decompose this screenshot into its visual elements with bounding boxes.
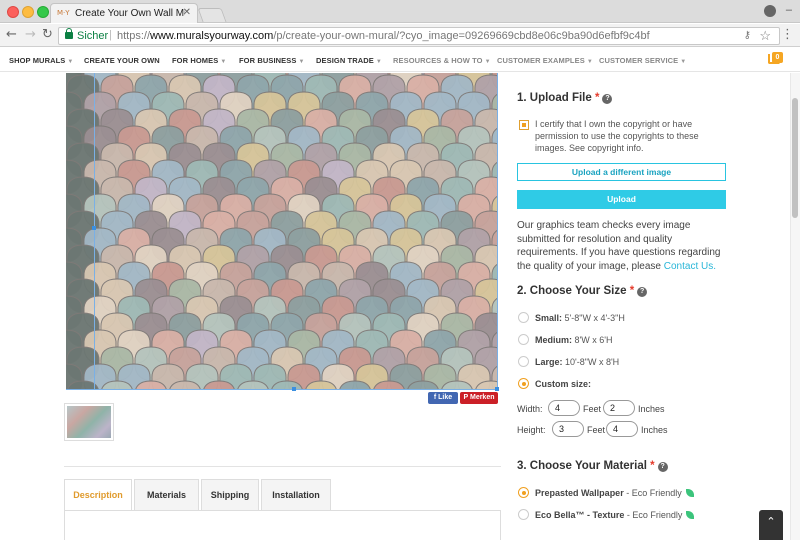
tab-shipping[interactable]: Shipping bbox=[201, 479, 259, 511]
forward-arrow-icon[interactable]: → bbox=[25, 28, 36, 42]
size-small-radio[interactable] bbox=[518, 312, 529, 323]
size-medium-radio[interactable] bbox=[518, 334, 529, 345]
bookmark-star-icon[interactable]: ☆ bbox=[759, 28, 771, 44]
lock-icon bbox=[65, 28, 73, 39]
crop-guide-left[interactable] bbox=[94, 73, 95, 390]
crop-handle-corner[interactable] bbox=[495, 387, 499, 391]
nav-resources[interactable]: RESOURCES & HOW TO ▼ bbox=[393, 56, 491, 65]
chevron-up-icon: ⌃ bbox=[766, 515, 776, 528]
url-text[interactable]: https://www.muralsyourway.com/p/create-y… bbox=[117, 30, 650, 42]
height-inches-unit: Inches bbox=[641, 425, 668, 435]
chevron-down-icon: ▼ bbox=[220, 59, 227, 65]
tab-description[interactable]: Description bbox=[64, 479, 132, 511]
tab-title: Create Your Own Wall Mural - bbox=[75, 8, 185, 19]
chevron-down-icon: ▼ bbox=[375, 59, 382, 65]
nav-for-business[interactable]: FOR BUSINESS ▼ bbox=[239, 56, 305, 65]
contact-us-link[interactable]: Contact Us. bbox=[664, 261, 716, 272]
tab-installation[interactable]: Installation bbox=[261, 479, 331, 511]
browser-menu-icon[interactable]: ⋮ bbox=[781, 27, 794, 42]
nav-customer-service[interactable]: CUSTOMER SERVICE ▼ bbox=[599, 56, 686, 65]
upload-different-image-button[interactable]: Upload a different image bbox=[517, 163, 726, 181]
minimize-window-button[interactable] bbox=[22, 6, 34, 18]
secure-label: Sicher bbox=[77, 30, 109, 42]
chevron-down-icon: ▼ bbox=[484, 59, 491, 65]
account-icon[interactable] bbox=[764, 5, 776, 17]
width-feet-unit: Feet bbox=[583, 404, 602, 414]
material-prepasted-label: Prepasted Wallpaper - Eco Friendly bbox=[535, 488, 694, 498]
divider bbox=[64, 466, 501, 467]
width-inches-unit: Inches bbox=[638, 404, 665, 414]
key-icon[interactable]: ⚷ bbox=[744, 30, 751, 41]
material-eco-bella-label: Eco Bella™ - Texture - Eco Friendly bbox=[535, 510, 695, 520]
size-section-title: 2. Choose Your Size *? bbox=[517, 285, 648, 297]
material-prepasted-radio[interactable] bbox=[518, 487, 529, 498]
chevron-down-icon: ▼ bbox=[67, 59, 74, 65]
crop-handle-left[interactable] bbox=[92, 226, 96, 230]
crop-guide-bottom[interactable] bbox=[66, 389, 498, 390]
site-nav: SHOP MURALS ▼ CREATE YOUR OWN FOR HOMES ▼ … bbox=[0, 48, 800, 72]
chevron-down-icon: ▼ bbox=[680, 59, 687, 65]
eco-leaf-icon bbox=[686, 511, 695, 519]
mural-thumbnail[interactable] bbox=[64, 403, 114, 441]
eco-leaf-icon bbox=[685, 489, 694, 497]
close-window-button[interactable] bbox=[7, 6, 19, 18]
height-feet-input[interactable] bbox=[552, 421, 584, 437]
new-tab-button[interactable] bbox=[197, 8, 227, 22]
window-titlebar: M·Y Create Your Own Wall Mural - ✕ – bbox=[0, 0, 800, 23]
width-feet-input[interactable] bbox=[548, 400, 580, 416]
help-icon[interactable]: ? bbox=[637, 287, 648, 297]
chevron-down-icon: ▼ bbox=[298, 59, 305, 65]
browser-tab[interactable]: M·Y Create Your Own Wall Mural - ✕ bbox=[50, 3, 198, 23]
nav-customer-examples[interactable]: CUSTOMER EXAMPLES ▼ bbox=[497, 56, 593, 65]
crop-handle-bottom[interactable] bbox=[292, 387, 296, 391]
help-icon[interactable]: ? bbox=[657, 462, 668, 472]
favicon-icon: M·Y bbox=[57, 9, 70, 17]
height-label: Height: bbox=[517, 425, 546, 435]
address-toolbar: ← → ↻ Sicher | https://www.muralsyourway… bbox=[0, 24, 800, 47]
graphics-team-text: Our graphics team checks every image sub… bbox=[517, 220, 721, 272]
height-feet-unit: Feet bbox=[587, 425, 606, 435]
reload-icon[interactable]: ↻ bbox=[42, 28, 53, 42]
size-custom-radio[interactable] bbox=[518, 378, 529, 389]
nav-for-homes[interactable]: FOR HOMES ▼ bbox=[172, 56, 226, 65]
help-icon[interactable]: ? bbox=[602, 94, 613, 104]
url-bar[interactable]: Sicher | https://www.muralsyourway.com/p… bbox=[58, 27, 780, 45]
zoom-window-button[interactable] bbox=[37, 6, 49, 18]
nav-design-trade[interactable]: DESIGN TRADE ▼ bbox=[316, 56, 382, 65]
nav-create-your-own[interactable]: CREATE YOUR OWN bbox=[84, 56, 160, 65]
size-large-radio[interactable] bbox=[518, 356, 529, 367]
width-inches-input[interactable] bbox=[603, 400, 635, 416]
material-section-title: 3. Choose Your Material *? bbox=[517, 460, 668, 472]
upload-section-title: 1. Upload File *? bbox=[517, 92, 613, 104]
crop-guide-right[interactable] bbox=[497, 73, 498, 390]
mural-preview-image[interactable] bbox=[66, 73, 498, 390]
height-inches-input[interactable] bbox=[606, 421, 638, 437]
size-custom-label: Custom size: bbox=[535, 379, 592, 389]
back-arrow-icon[interactable]: ← bbox=[6, 28, 17, 42]
close-tab-icon[interactable]: ✕ bbox=[183, 7, 191, 18]
width-label: Width: bbox=[517, 404, 543, 414]
url-separator: | bbox=[109, 29, 112, 41]
size-small-label: Small: 5'-8"W x 4'-3"H bbox=[535, 313, 625, 323]
size-large-label: Large: 10'-8"W x 8'H bbox=[535, 357, 620, 367]
scrollbar-thumb[interactable] bbox=[792, 98, 798, 218]
chevron-down-icon: ▼ bbox=[586, 59, 593, 65]
tab-materials[interactable]: Materials bbox=[134, 479, 199, 511]
back-to-top-button[interactable]: ⌃ bbox=[759, 510, 783, 540]
material-eco-bella-radio[interactable] bbox=[518, 509, 529, 520]
minimize-icon[interactable]: – bbox=[786, 4, 792, 16]
upload-button[interactable]: Upload bbox=[517, 190, 726, 209]
nav-shop-murals[interactable]: SHOP MURALS ▼ bbox=[9, 56, 73, 65]
tab-panel bbox=[64, 510, 501, 540]
size-medium-label: Medium: 8'W x 6'H bbox=[535, 335, 613, 345]
cart-count-badge[interactable]: 0 bbox=[772, 52, 783, 63]
copyright-checkbox[interactable] bbox=[519, 120, 529, 130]
copyright-certify-text: I certify that I own the copyright or ha… bbox=[535, 119, 699, 153]
pinterest-save-button[interactable]: P Merken bbox=[460, 392, 498, 404]
facebook-like-button[interactable]: f Like bbox=[428, 392, 458, 404]
